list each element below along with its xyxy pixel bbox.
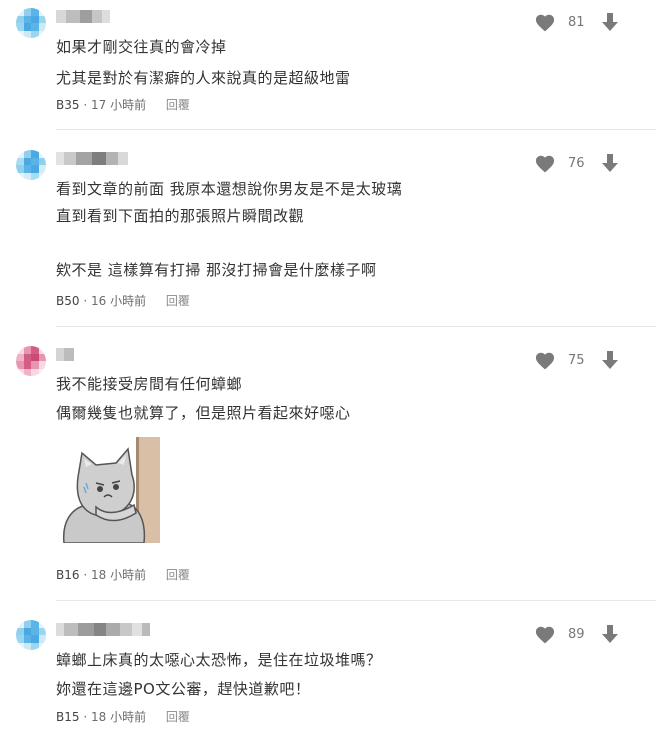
comment-text-line: 如果才剛交往真的會冷掉 bbox=[56, 38, 227, 56]
reply-button[interactable]: 回覆 bbox=[166, 568, 190, 582]
reply-button[interactable]: 回覆 bbox=[166, 294, 190, 308]
dislike-button[interactable] bbox=[600, 624, 620, 648]
divider bbox=[56, 600, 656, 601]
comment-text-line: 尤其是對於有潔癖的人來說真的是超級地雷 bbox=[56, 69, 351, 87]
floor-number: B15 bbox=[56, 710, 80, 724]
like-count: 89 bbox=[568, 626, 585, 642]
like-count: 76 bbox=[568, 155, 585, 171]
floor-number: B50 bbox=[56, 294, 80, 308]
like-count: 75 bbox=[568, 352, 585, 368]
divider bbox=[56, 326, 656, 327]
reply-button[interactable]: 回覆 bbox=[166, 98, 190, 112]
timestamp: 18 小時前 bbox=[90, 568, 147, 582]
like-button[interactable]: 76 bbox=[534, 153, 585, 173]
like-button[interactable]: 81 bbox=[534, 12, 585, 32]
timestamp: 17 小時前 bbox=[90, 98, 147, 112]
comment-meta: B50 · 16 小時前 回覆 bbox=[56, 294, 190, 308]
comment-meta: B16 · 18 小時前 回覆 bbox=[56, 568, 190, 582]
avatar[interactable] bbox=[16, 8, 46, 38]
like-button[interactable]: 89 bbox=[534, 624, 585, 644]
author-name-blurred[interactable] bbox=[56, 152, 128, 165]
comment-text-line: 欸不是 這樣算有打掃 那沒打掃會是什麼樣子啊 bbox=[56, 261, 377, 279]
floor-number: B35 bbox=[56, 98, 80, 112]
comment-meta: B15 · 18 小時前 回覆 bbox=[56, 710, 190, 724]
arrow-down-icon bbox=[602, 13, 618, 31]
cat-sticker[interactable] bbox=[56, 437, 160, 544]
arrow-down-icon bbox=[602, 625, 618, 643]
dislike-button[interactable] bbox=[600, 350, 620, 374]
like-button[interactable]: 75 bbox=[534, 350, 585, 370]
comment-text-line: 我不能接受房間有任何蟑螂 bbox=[56, 375, 243, 393]
avatar[interactable] bbox=[16, 150, 46, 180]
heart-icon bbox=[535, 352, 555, 370]
cat-sticker-image bbox=[62, 437, 160, 544]
author-name-blurred[interactable] bbox=[56, 348, 74, 361]
divider bbox=[56, 129, 656, 130]
timestamp: 16 小時前 bbox=[90, 294, 147, 308]
reply-button[interactable]: 回覆 bbox=[166, 710, 190, 724]
author-name-blurred[interactable] bbox=[56, 10, 110, 23]
comment-text-line: 妳還在這邊PO文公審，趕快道歉吧！ bbox=[56, 680, 311, 698]
avatar[interactable] bbox=[16, 620, 46, 650]
arrow-down-icon bbox=[602, 351, 618, 369]
heart-icon bbox=[535, 155, 555, 173]
like-count: 81 bbox=[568, 14, 585, 30]
comment-b35: 如果才剛交往真的會冷掉 尤其是對於有潔癖的人來說真的是超級地雷 B35 · 17… bbox=[0, 0, 656, 130]
floor-number: B16 bbox=[56, 568, 80, 582]
dislike-button[interactable] bbox=[600, 153, 620, 177]
heart-icon bbox=[535, 626, 555, 644]
comment-meta: B35 · 17 小時前 回覆 bbox=[56, 98, 190, 112]
comment-text-line: 蟑螂上床真的太噁心太恐怖，是住在垃圾堆嗎？ bbox=[56, 651, 382, 669]
timestamp: 18 小時前 bbox=[90, 710, 147, 724]
arrow-down-icon bbox=[602, 154, 618, 172]
comment-text-line: 偶爾幾隻也就算了，但是照片看起來好噁心 bbox=[56, 404, 351, 422]
heart-icon bbox=[535, 14, 555, 32]
comment-text-line: 直到看到下面拍的那張照片瞬間改觀 bbox=[56, 207, 305, 225]
author-name-blurred[interactable] bbox=[56, 623, 150, 636]
comment-text-line: 看到文章的前面 我原本還想說你男友是不是太玻璃 bbox=[56, 180, 403, 198]
dislike-button[interactable] bbox=[600, 12, 620, 36]
avatar[interactable] bbox=[16, 346, 46, 376]
